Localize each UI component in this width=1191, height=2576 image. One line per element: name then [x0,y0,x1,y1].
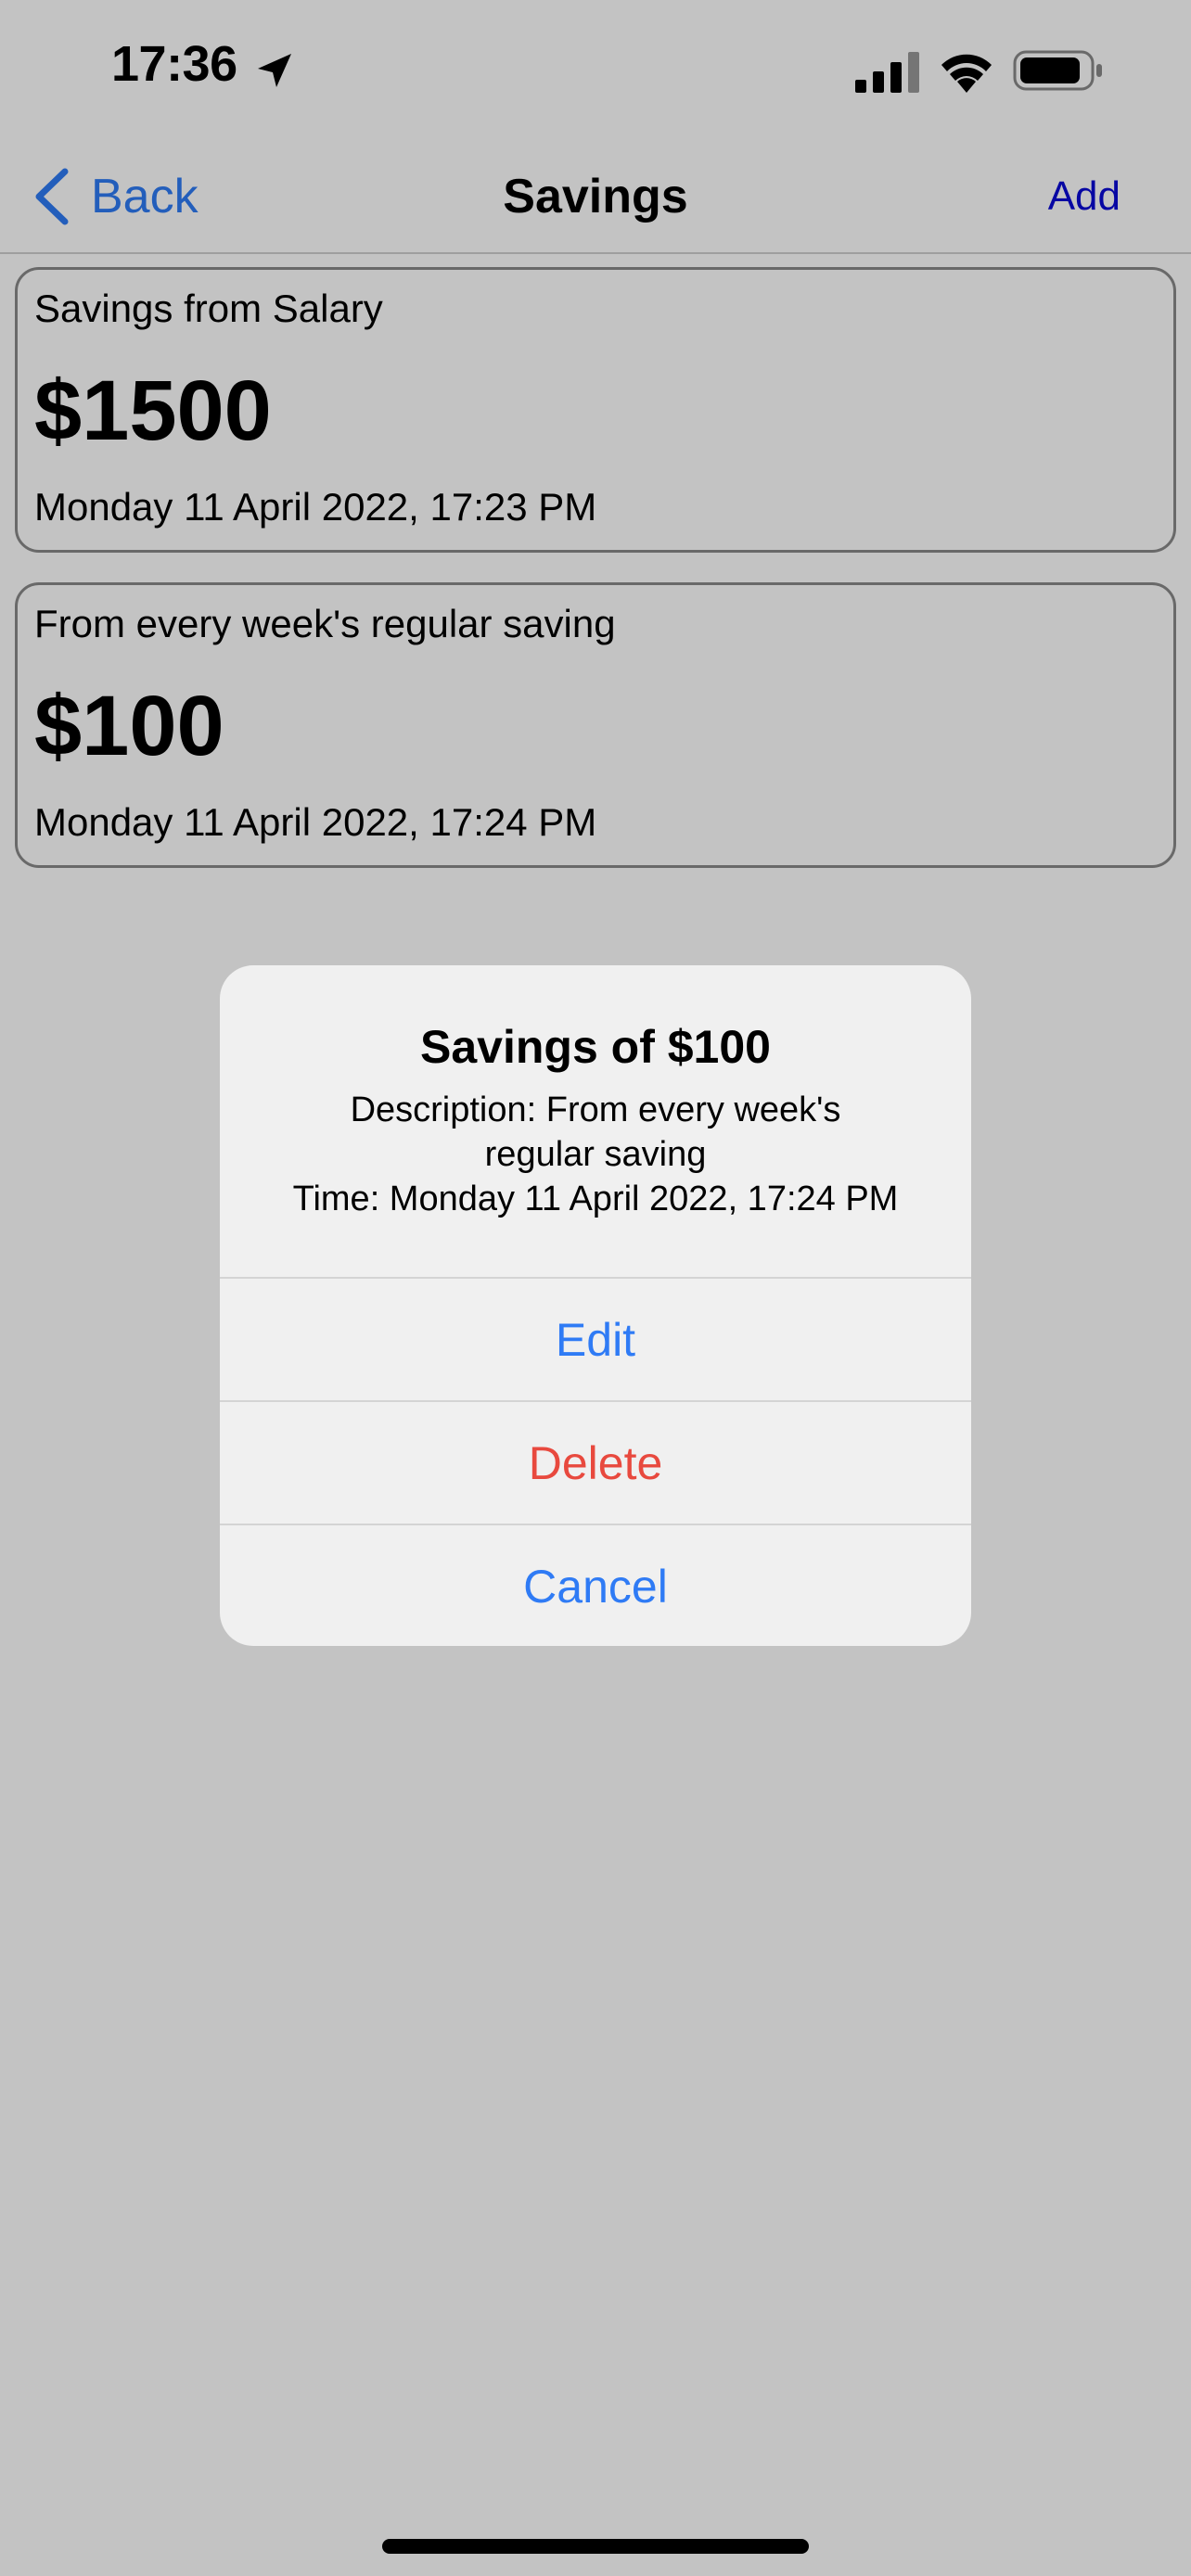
alert-description: Description: From every week's regular s… [350,1090,841,1174]
cancel-button[interactable]: Cancel [220,1524,971,1646]
alert-time: Time: Monday 11 April 2022, 17:24 PM [292,1180,899,1218]
alert-title: Savings of $100 [420,1021,771,1073]
alert-message: Description: From every week's regular s… [220,1088,971,1221]
alert-header: Savings of $100 Description: From every … [220,965,971,1277]
delete-button[interactable]: Delete [220,1400,971,1524]
action-alert: Savings of $100 Description: From every … [220,965,971,1646]
edit-button[interactable]: Edit [220,1277,971,1400]
